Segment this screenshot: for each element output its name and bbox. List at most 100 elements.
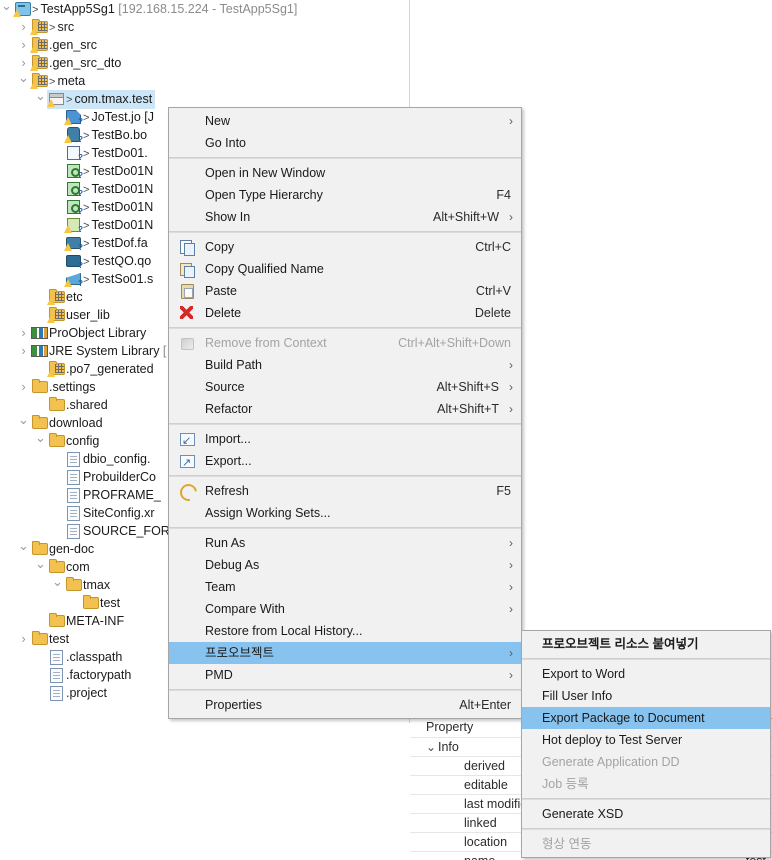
tree-row[interactable]: >src [0,18,409,36]
tree-item-label: TestQO.qo [91,254,152,268]
tree-row[interactable]: >TestApp5Sg1 [192.168.15.224 - TestApp5S… [0,0,409,18]
do-file-icon: ? [65,144,83,162]
menu-item[interactable]: Refresh F5 [169,480,521,505]
tree-label-wrapper[interactable]: ? > JoTest.jo [J [64,108,157,127]
menu-item[interactable]: Copy Ctrl+C [169,236,521,258]
menu-item[interactable]: Delete Delete [169,302,521,324]
tree-row[interactable]: .gen_src [0,36,409,54]
tree-label-wrapper[interactable]: .classpath [47,648,125,666]
menu-item[interactable]: New › [169,110,521,132]
menu-item[interactable]: Refactor Alt+Shift+T › [169,398,521,420]
menu-item[interactable]: Source Alt+Shift+S › [169,376,521,398]
tree-label-wrapper[interactable]: ? > TestDo01N [64,216,156,235]
chevron-down-icon[interactable] [17,414,30,434]
tree-label-wrapper[interactable]: ? > TestDo01N [64,162,156,181]
menu-item[interactable]: Go Into [169,132,521,154]
project-context-menu[interactable]: New › Go Into Open in New Window Open Type H… [168,107,522,719]
tree-label-wrapper[interactable]: config [47,432,102,450]
menu-item[interactable]: Copy Qualified Name [169,258,521,280]
menu-item[interactable]: Export... [169,450,521,474]
chevron-right-icon[interactable] [17,342,30,362]
menu-item[interactable]: Build Path › [169,354,521,376]
decorator-arrow-icon: > [83,256,90,268]
tree-label-wrapper[interactable]: .po7_generated [47,360,157,378]
source-folder-icon [47,288,65,305]
menu-separator [169,423,521,425]
tree-label-wrapper[interactable]: SOURCE_FOR [64,522,173,540]
chevron-right-icon[interactable] [17,378,30,398]
tree-label-wrapper[interactable]: .gen_src [30,36,100,54]
tree-label-wrapper[interactable]: ? > TestDo01. [64,144,151,163]
menu-item[interactable]: Paste Ctrl+V [169,280,521,302]
menu-item[interactable]: Export to Word [522,663,770,685]
menu-item-shortcut: Delete [474,306,511,320]
tree-label-wrapper[interactable]: dbio_config. [64,450,153,468]
chevron-right-icon[interactable] [17,630,30,650]
chevron-right-icon[interactable] [17,324,30,344]
menu-separator [522,828,770,830]
menu-item[interactable]: Restore from Local History... [169,620,521,642]
tree-row[interactable]: >meta [0,72,409,90]
tree-row[interactable]: .gen_src_dto [0,54,409,72]
menu-item[interactable]: Fill User Info [522,685,770,707]
menu-item[interactable]: PMD › [169,664,521,686]
tree-label-wrapper[interactable]: PROFRAME_ [64,486,164,504]
tree-label-wrapper[interactable]: ? > TestDo01N [64,198,156,217]
tree-label-wrapper[interactable]: ? > TestBo.bo [64,126,150,145]
tree-label-wrapper[interactable]: > TestApp5Sg1 [192.168.15.224 - TestApp5S… [13,0,300,19]
tree-label-wrapper[interactable]: ProObject Library [30,324,149,342]
menu-item[interactable]: Show In Alt+Shift+W › [169,206,521,228]
chevron-down-icon[interactable] [0,0,13,20]
menu-item[interactable]: 프로오브젝트 › [169,642,521,664]
tree-label-wrapper[interactable]: JRE System Library [ [30,342,169,360]
tree-label-wrapper[interactable]: etc [47,288,86,306]
menu-item-label: Job 등록 [542,777,589,791]
tree-item-label: .project [66,686,107,700]
tree-label-wrapper[interactable]: user_lib [47,306,113,324]
tree-label-wrapper[interactable]: .shared [47,396,111,414]
menu-item[interactable]: Hot deploy to Test Server [522,729,770,751]
tree-label-wrapper[interactable]: .factorypath [47,666,134,684]
tree-label-wrapper[interactable]: .settings [30,378,99,396]
tree-label-wrapper[interactable]: ? > TestDof.fa [64,234,151,253]
menu-item[interactable]: Import... [169,428,521,452]
chevron-down-icon[interactable] [17,72,30,92]
menu-item[interactable]: Export Package to Document [522,707,770,729]
proobject-submenu[interactable]: 프로오브젝트 리소스 붙여넣기 Export to Word Fill User I… [521,630,771,858]
menu-item[interactable]: Generate XSD [522,803,770,825]
chevron-down-icon[interactable] [34,90,47,110]
tree-label-wrapper[interactable]: ? > TestQO.qo [64,252,154,271]
tree-label-wrapper[interactable]: ProbuilderCo [64,468,159,486]
chevron-down-icon[interactable] [17,540,30,560]
tree-label-wrapper[interactable]: test [30,630,72,648]
folder-icon [31,378,48,394]
tree-row[interactable]: >com.tmax.test [0,90,409,110]
tree-label-wrapper[interactable]: ? > TestDo01N [64,180,156,199]
menu-item[interactable]: Properties Alt+Enter [169,694,521,716]
chevron-right-icon[interactable] [17,18,30,38]
menu-item[interactable]: Debug As › [169,554,521,576]
menu-item[interactable]: Open in New Window [169,162,521,184]
tree-label-wrapper[interactable]: .project [47,684,110,702]
tree-label-wrapper[interactable]: .gen_src_dto [30,54,124,72]
tree-label-wrapper[interactable]: META-INF [47,612,127,630]
chevron-right-icon[interactable] [17,36,30,56]
tree-label-wrapper[interactable]: > com.tmax.test [47,90,156,109]
menu-item[interactable]: Assign Working Sets... [169,502,521,524]
chevron-down-icon[interactable] [51,576,64,596]
chevron-down-icon[interactable] [34,432,47,452]
tree-item-label: .settings [49,380,96,394]
chevron-down-icon[interactable]: ⌄ [426,738,438,756]
tree-label-wrapper[interactable]: test [81,594,123,612]
menu-item[interactable]: 프로오브젝트 리소스 붙여넣기 [522,633,770,655]
tree-label-wrapper[interactable]: > src [30,18,77,37]
delete-icon [179,305,195,321]
menu-item[interactable]: Open Type Hierarchy F4 [169,184,521,206]
tree-label-wrapper[interactable]: tmax [64,576,113,594]
chevron-down-icon[interactable] [34,558,47,578]
tree-label-wrapper[interactable]: ? > TestSo01.s [64,270,156,289]
menu-item[interactable]: Team › [169,576,521,598]
tree-label-wrapper[interactable]: SiteConfig.xr [64,504,158,522]
menu-item[interactable]: Compare With › [169,598,521,620]
menu-item[interactable]: Run As › [169,532,521,554]
